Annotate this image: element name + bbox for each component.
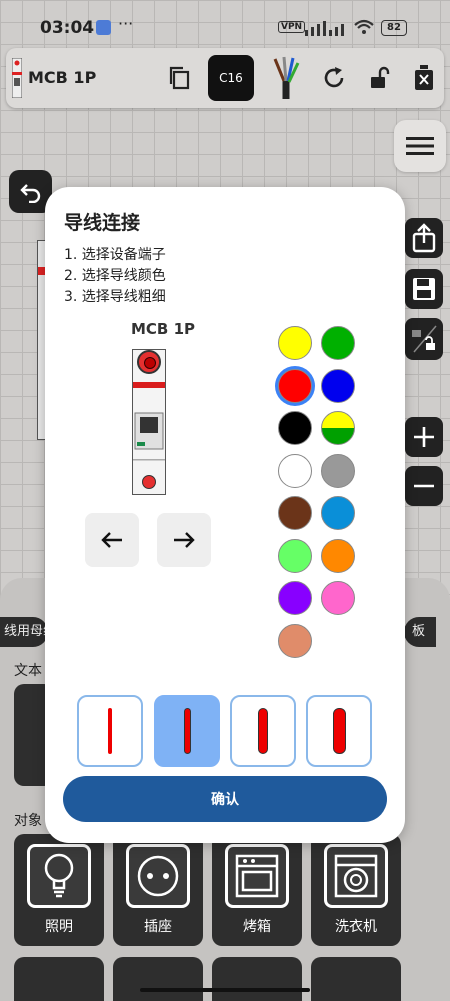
bulb-icon <box>27 844 91 908</box>
step-1: 1. 选择设备端子 <box>64 247 166 263</box>
zoom-in-button[interactable] <box>405 417 443 457</box>
object-label: 烤箱 <box>243 919 271 935</box>
socket-icon <box>126 844 190 908</box>
washing-machine-icon <box>324 844 388 908</box>
status-bar: 03:04 ··· VPN 82 <box>0 0 450 48</box>
minus-icon <box>414 484 434 488</box>
color-swatch-green[interactable] <box>321 326 355 360</box>
object-tile-more-3[interactable] <box>212 957 302 1001</box>
wire-thickness-2 <box>183 708 191 754</box>
lock-button[interactable] <box>362 60 398 96</box>
object-label: 照明 <box>45 919 73 935</box>
terminal-bottom[interactable] <box>142 475 156 489</box>
color-swatch-white[interactable] <box>278 453 312 488</box>
object-section-label: 对象 <box>14 813 42 829</box>
cable-icon <box>273 56 300 99</box>
category-chip-left[interactable]: 线用母线 <box>0 617 48 647</box>
thickness-option-2[interactable] <box>154 695 220 767</box>
plus-icon <box>414 427 434 447</box>
oven-icon <box>225 844 289 908</box>
save-button[interactable] <box>405 269 443 309</box>
hamburger-icon <box>406 137 434 155</box>
color-swatch-purple[interactable] <box>278 581 312 615</box>
color-swatch-grey[interactable] <box>321 453 355 488</box>
color-swatch-yellow[interactable] <box>278 326 312 360</box>
save-icon <box>413 278 435 300</box>
object-tile-light[interactable]: 照明 <box>14 834 104 946</box>
object-label: 洗衣机 <box>335 919 377 935</box>
thickness-option-3[interactable] <box>230 695 296 767</box>
step-2: 2. 选择导线颜色 <box>64 268 166 284</box>
color-swatch-blue[interactable] <box>321 368 355 403</box>
arrow-right-icon <box>174 532 195 548</box>
share-icon <box>412 223 436 253</box>
undo-icon <box>19 183 40 203</box>
device-name: MCB 1P <box>130 320 196 338</box>
object-tile-more-4[interactable] <box>311 957 401 1001</box>
step-3: 3. 选择导线粗细 <box>64 289 166 305</box>
wire-connection-dialog: 导线连接 1. 选择设备端子 2. 选择导线颜色 3. 选择导线粗细 MCB 1… <box>45 187 405 843</box>
terminal-top[interactable] <box>137 350 161 374</box>
object-label: 插座 <box>144 919 172 935</box>
wire-thickness-1 <box>108 708 112 754</box>
copy-icon <box>169 66 190 90</box>
object-tile-more-1[interactable] <box>14 957 104 1001</box>
object-tile-oven[interactable]: 烤箱 <box>212 834 302 946</box>
wire-thickness-3 <box>258 708 268 754</box>
app-notification-icon <box>96 20 111 35</box>
color-swatch-light-green[interactable] <box>278 538 312 573</box>
delete-button[interactable] <box>406 60 442 96</box>
home-indicator <box>140 988 310 992</box>
next-terminal-button[interactable] <box>157 513 211 567</box>
color-swatch-light-blue[interactable] <box>321 496 355 530</box>
device-title: MCB 1P <box>28 68 97 87</box>
top-toolbar: MCB 1P C16 <box>6 48 444 108</box>
prev-terminal-button[interactable] <box>85 513 139 567</box>
lock-toggle-icon <box>412 325 437 353</box>
battery-level: 82 <box>381 20 407 36</box>
color-swatch-red[interactable] <box>278 368 312 403</box>
menu-button[interactable] <box>394 120 446 172</box>
share-button[interactable] <box>405 218 443 258</box>
color-swatch-black[interactable] <box>278 411 312 445</box>
object-tile-washer[interactable]: 洗衣机 <box>311 834 401 946</box>
more-notifications-icon: ··· <box>118 14 134 33</box>
trash-icon <box>415 65 433 90</box>
wire-button[interactable] <box>268 54 304 102</box>
signal-icon <box>305 21 344 36</box>
breaker-thumb-icon <box>12 58 22 98</box>
object-tile-socket[interactable]: 插座 <box>113 834 203 946</box>
unlock-icon <box>371 66 390 88</box>
rotate-icon <box>324 67 344 88</box>
confirm-button[interactable]: 确认 <box>63 776 387 822</box>
text-section-label: 文本 <box>14 663 42 679</box>
color-swatch-orange[interactable] <box>321 538 355 573</box>
color-swatch-salmon[interactable] <box>278 623 312 658</box>
duplicate-button[interactable] <box>162 60 198 96</box>
status-time: 03:04 <box>40 18 95 38</box>
dialog-title: 导线连接 <box>64 212 141 234</box>
object-tile-more-2[interactable] <box>113 957 203 1001</box>
arrow-left-icon <box>101 532 122 548</box>
category-chip-right[interactable]: 板 <box>404 617 436 647</box>
color-swatch-brown[interactable] <box>278 496 312 530</box>
rotate-button[interactable] <box>316 60 352 96</box>
wire-thickness-4 <box>332 708 346 754</box>
color-swatch-pink[interactable] <box>321 581 355 615</box>
rating-badge-button[interactable]: C16 <box>208 55 254 101</box>
color-swatch-yellow-green[interactable] <box>321 411 355 445</box>
vpn-badge: VPN <box>278 21 306 33</box>
thickness-option-4[interactable] <box>306 695 372 767</box>
thickness-option-1[interactable] <box>77 695 143 767</box>
wifi-icon <box>354 19 374 34</box>
lock-all-button[interactable] <box>405 318 443 360</box>
zoom-out-button[interactable] <box>405 466 443 506</box>
